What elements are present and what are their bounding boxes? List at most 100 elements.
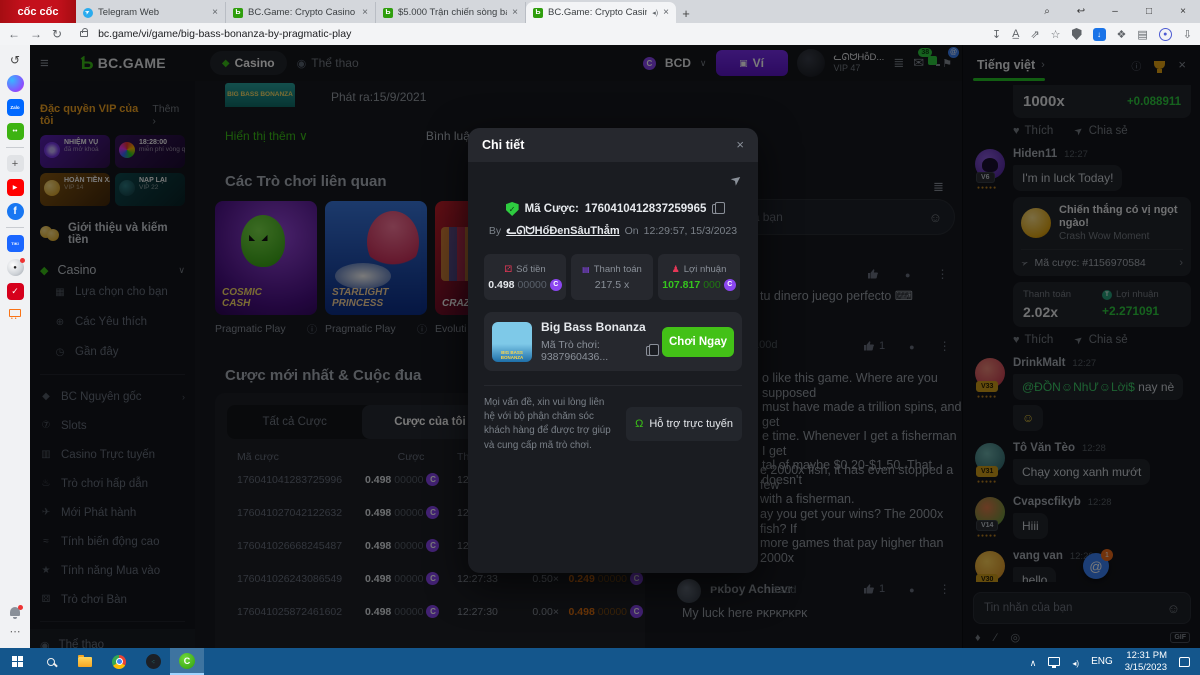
file-explorer[interactable] xyxy=(68,648,102,675)
downloads-icon[interactable] xyxy=(1183,28,1192,41)
bcgame-site: BC.GAME Casino Thể thao BCD Ví xyxy=(30,45,1200,648)
viewport: BC.GAME Casino Thể thao BCD Ví xyxy=(0,45,1200,648)
add-shortcut-icon[interactable] xyxy=(6,155,24,172)
speaker-icon[interactable] xyxy=(1072,653,1079,671)
stat-label: Thanh toán xyxy=(593,263,642,275)
divider xyxy=(6,147,24,148)
voice-app-icon xyxy=(145,654,161,669)
taskbar-clock[interactable]: 12:31 PM 3/15/2023 xyxy=(1125,650,1167,674)
tab-close-icon[interactable] xyxy=(512,7,518,18)
bcgame-favicon xyxy=(383,7,393,18)
search-icon xyxy=(47,657,55,666)
adblock-shield-icon[interactable]: 1 xyxy=(1071,28,1082,40)
game-title: Big Bass Bonanza xyxy=(541,320,646,334)
game-code: Mã Trò chơi: 9387960436... xyxy=(541,339,609,363)
coccoc-app[interactable] xyxy=(170,648,204,675)
bookmark-icon[interactable] xyxy=(1051,28,1061,41)
browser-side-rail xyxy=(0,45,30,648)
facebook-icon[interactable] xyxy=(6,203,24,220)
extensions-icon[interactable] xyxy=(1117,28,1127,41)
tiki-icon[interactable] xyxy=(6,235,24,252)
folder-icon xyxy=(78,654,92,667)
windows-taskbar: ENG 12:31 PM 3/15/2023 xyxy=(0,648,1200,675)
cart-icon[interactable] xyxy=(9,309,21,322)
games-icon[interactable] xyxy=(6,123,24,140)
translate-icon[interactable] xyxy=(1012,28,1019,40)
maximize-button[interactable] xyxy=(1132,6,1166,17)
browser-tab-promo[interactable]: $5.000 Trận chiến sòng bạc c xyxy=(376,2,526,23)
tab-close-icon[interactable] xyxy=(362,7,368,18)
youtube-icon[interactable] xyxy=(6,179,24,196)
tab-audio-icon[interactable] xyxy=(652,9,658,17)
modal-close-icon[interactable] xyxy=(736,136,744,154)
tab-search-icon[interactable] xyxy=(1030,6,1064,17)
zalo-icon[interactable] xyxy=(6,99,24,116)
taskbar-search[interactable] xyxy=(34,648,68,675)
tab-title: Telegram Web xyxy=(98,7,160,18)
copy-icon[interactable] xyxy=(646,344,659,356)
stat-payout: Thanh toán 217.5 x xyxy=(571,254,653,300)
tab-close-icon[interactable] xyxy=(212,7,218,18)
share-bet-icon[interactable] xyxy=(727,170,745,189)
browser-tab-telegram[interactable]: Telegram Web xyxy=(76,2,226,23)
support-label: Hỗ trợ trực tuyến xyxy=(649,418,733,431)
chrome-app[interactable] xyxy=(102,648,136,675)
download-button[interactable] xyxy=(1092,27,1106,41)
action-center-icon[interactable] xyxy=(1179,656,1190,667)
tab-title: BC.Game: Crypto Casino ( xyxy=(548,7,648,18)
new-tab-button[interactable] xyxy=(676,3,696,23)
history-icon[interactable] xyxy=(7,51,24,68)
back-icon[interactable] xyxy=(8,27,20,41)
notifications-bell-icon[interactable] xyxy=(10,605,23,619)
rail-more-icon[interactable] xyxy=(10,622,21,640)
coccoc-brand[interactable]: cốc cốc xyxy=(0,0,76,23)
bcgame-favicon xyxy=(533,7,543,18)
divider xyxy=(484,385,742,386)
save-page-icon[interactable] xyxy=(992,28,1001,41)
url-text[interactable]: bc.game/vi/game/big-bass-bonanza-by-prag… xyxy=(98,28,351,40)
address-bar-actions: 1 xyxy=(992,27,1192,41)
window-controls xyxy=(1030,0,1200,23)
keyboard-language[interactable]: ENG xyxy=(1091,656,1113,667)
live-support-button[interactable]: Hỗ trợ trực tuyến xyxy=(626,407,742,442)
forward-icon[interactable] xyxy=(30,27,42,41)
headset-icon xyxy=(635,418,643,430)
start-button[interactable] xyxy=(0,648,34,675)
browser-tab-bcgame-1[interactable]: BC.Game: Crypto Casino Gan xyxy=(226,2,376,23)
person-icon xyxy=(672,264,680,275)
bet-details-modal: Chi tiết Mã Cược: 1760410412837259965 By… xyxy=(468,128,758,573)
game-thumbnail: BIG BASS BONANZA xyxy=(492,321,532,362)
bcd-coin-icon xyxy=(549,278,562,291)
minimize-button[interactable] xyxy=(1098,6,1132,17)
stat-amount: Số tiền 0.49800000 xyxy=(484,254,566,300)
share-page-icon[interactable] xyxy=(1030,28,1039,41)
close-button[interactable] xyxy=(1166,6,1200,17)
tab-close-icon[interactable] xyxy=(663,7,669,18)
play-now-button[interactable]: Chơi Ngay xyxy=(662,326,734,357)
by-label: By xyxy=(488,225,502,237)
copy-icon[interactable] xyxy=(712,202,726,214)
support-note: Mọi vấn đề, xin vui lòng liên hệ với bộ … xyxy=(484,397,611,451)
check-app-icon[interactable] xyxy=(6,283,24,300)
soccer-icon[interactable] xyxy=(6,258,25,276)
telegram-favicon xyxy=(83,7,93,18)
voice-app[interactable] xyxy=(136,648,170,675)
bet-author[interactable]: ᓚᘏᗢHổĐenSâuThẳm xyxy=(506,224,619,238)
browser-tabstrip: cốc cốc Telegram Web BC.Game: Crypto Cas… xyxy=(0,0,1200,23)
messenger-icon[interactable] xyxy=(6,75,24,92)
browser-flip-icon[interactable] xyxy=(1064,6,1098,17)
profile-icon[interactable] xyxy=(1158,27,1172,41)
bet-id-label: Mã Cược: xyxy=(524,203,579,215)
browser-tab-bcgame-active[interactable]: BC.Game: Crypto Casino ( xyxy=(526,2,676,23)
bet-id-value: 1760410412837259965 xyxy=(584,203,707,215)
on-label: On xyxy=(624,225,639,237)
coccoc-icon xyxy=(179,652,195,669)
lock-icon[interactable] xyxy=(80,28,89,37)
tray-expand-icon[interactable] xyxy=(1030,653,1037,671)
network-icon[interactable] xyxy=(1048,657,1061,668)
rail-bottom xyxy=(10,605,23,648)
dice-icon xyxy=(504,264,512,275)
reading-list-icon[interactable] xyxy=(1137,28,1147,41)
reload-icon[interactable] xyxy=(52,27,62,41)
verified-shield-icon xyxy=(505,202,519,216)
